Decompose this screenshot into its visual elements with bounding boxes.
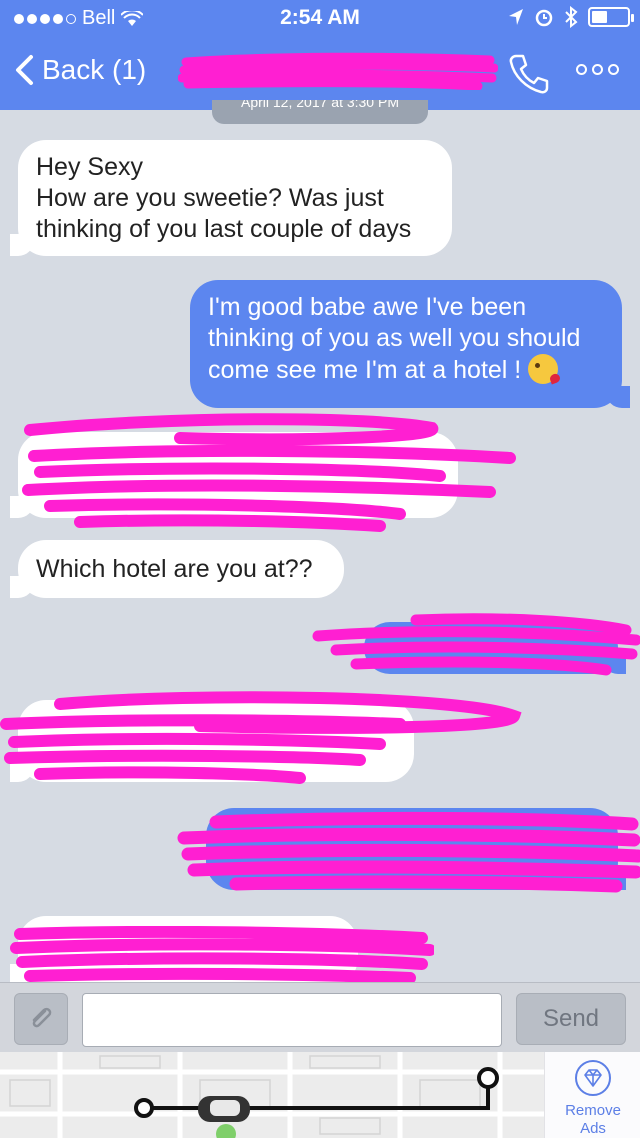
status-bar: Bell 2:54 AM bbox=[0, 0, 640, 36]
composer-bar: Send bbox=[0, 982, 640, 1052]
status-icons bbox=[508, 6, 634, 28]
paperclip-icon bbox=[32, 1007, 52, 1028]
remove-ads-label: Remove Ads bbox=[565, 1102, 621, 1137]
send-button[interactable]: Send bbox=[516, 993, 626, 1045]
message-incoming[interactable]: Hey Sexy How are you sweetie? Was just t… bbox=[10, 140, 452, 256]
attach-button[interactable] bbox=[14, 993, 68, 1045]
phone-icon[interactable] bbox=[506, 50, 552, 96]
message-text: Hey Sexy How are you sweetie? Was just t… bbox=[36, 153, 412, 243]
message-outgoing[interactable]: I'm good babe awe I've been thinking of … bbox=[190, 280, 630, 408]
message-text: I'm good babe awe I've been thinking of … bbox=[208, 293, 581, 384]
ad-map-image[interactable] bbox=[0, 1052, 544, 1138]
redaction-scribble bbox=[22, 413, 516, 532]
redaction-scribble bbox=[10, 926, 434, 982]
alarm-icon bbox=[535, 9, 553, 27]
message-text: Which hotel are you at?? bbox=[36, 555, 313, 583]
back-label: Back (1) bbox=[42, 54, 147, 85]
location-icon bbox=[509, 9, 523, 25]
bluetooth-icon bbox=[565, 6, 578, 28]
kiss-emoji-icon bbox=[528, 354, 559, 384]
ad-banner[interactable]: Remove Ads bbox=[0, 1052, 640, 1138]
redaction-scribble bbox=[177, 811, 640, 893]
contact-name-redaction bbox=[178, 52, 498, 90]
message-incoming[interactable]: Which hotel are you at?? bbox=[10, 540, 344, 598]
top-bar: Bell 2:54 AM Back (1) bbox=[0, 0, 640, 110]
redaction-scribble bbox=[312, 613, 640, 676]
chevron-left-icon bbox=[16, 55, 33, 85]
diamond-icon bbox=[575, 1060, 611, 1096]
conversation[interactable]: Hey Sexy How are you sweetie? Was just t… bbox=[0, 110, 640, 982]
nav-bar: Back (1) bbox=[0, 44, 640, 106]
remove-ads-button[interactable]: Remove Ads bbox=[544, 1052, 640, 1138]
message-input[interactable] bbox=[82, 993, 502, 1047]
battery-icon bbox=[588, 7, 634, 27]
back-button[interactable]: Back (1) bbox=[14, 54, 146, 86]
redaction-scribble bbox=[0, 691, 522, 784]
more-icon[interactable] bbox=[576, 64, 619, 75]
